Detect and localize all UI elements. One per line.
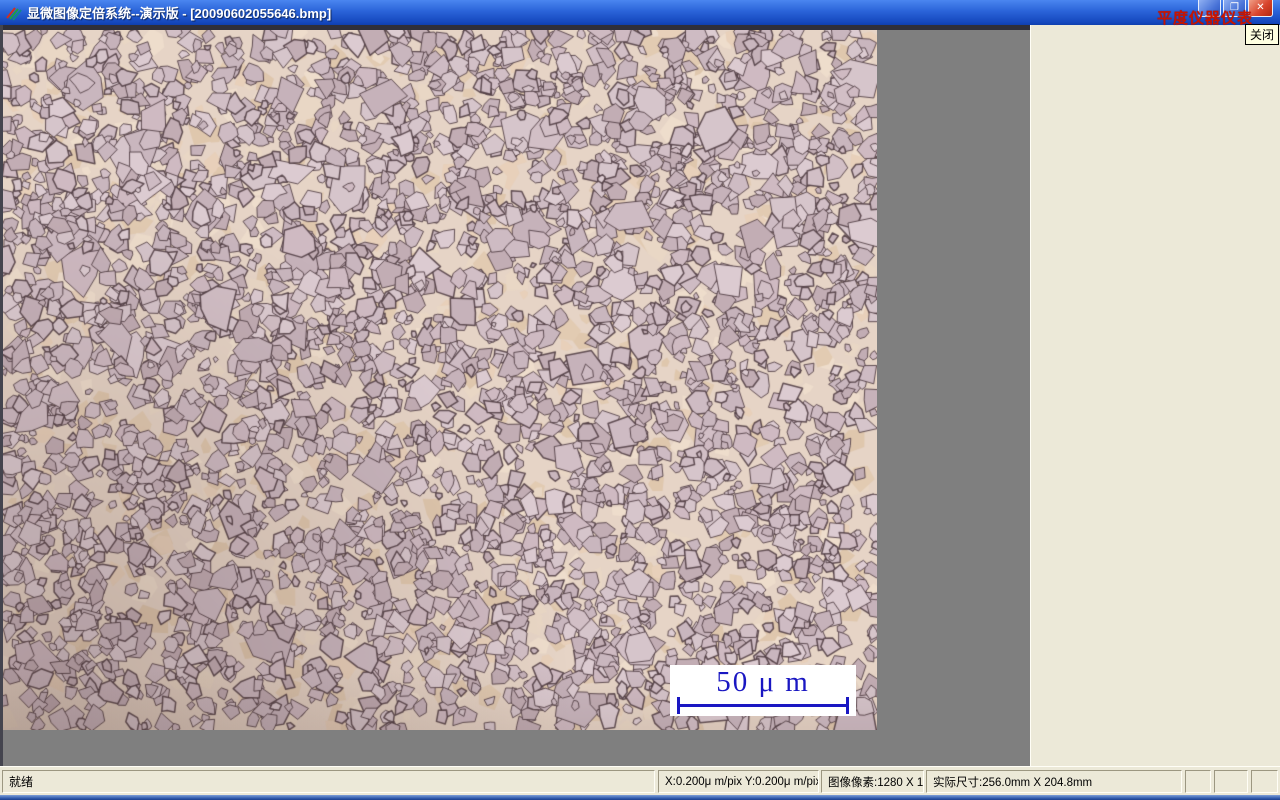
close-tooltip: 关闭 [1245,24,1280,45]
status-spare-panel [1214,770,1248,793]
title-bar: 显微图像定倍系统--演示版 - [20090602055646.bmp] [0,0,1280,25]
status-spare-panel [1185,770,1211,793]
vendor-watermark: 平度仪器仪表 [1157,10,1254,27]
micrograph-canvas[interactable] [3,30,877,730]
status-ready: 就绪 [2,770,655,793]
control-panel [1030,25,1280,766]
scale-bar-label: 50 μ m [716,666,810,698]
status-bar: 就绪 X:0.200μ m/pix Y:0.200μ m/pix 图像像素:12… [0,766,1280,795]
status-spare-panel [1251,770,1278,793]
scale-bar-line [679,704,847,707]
app-icon [6,6,22,21]
window-title: 显微图像定倍系统--演示版 - [20090602055646.bmp] [27,6,332,21]
window-bottom-border [0,795,1280,800]
app-window: 显微图像定倍系统--演示版 - [20090602055646.bmp] ▁ ❐… [0,0,1280,800]
scale-bar-overlay: 50 μ m [670,665,856,716]
scale-bar-right-tick [846,697,849,714]
status-actual-size: 实际尺寸:256.0mm X 204.8mm [926,770,1182,793]
status-pixel-scale: X:0.200μ m/pix Y:0.200μ m/pix [658,770,819,793]
status-image-pixels: 图像像素:1280 X 1024 [821,770,924,793]
